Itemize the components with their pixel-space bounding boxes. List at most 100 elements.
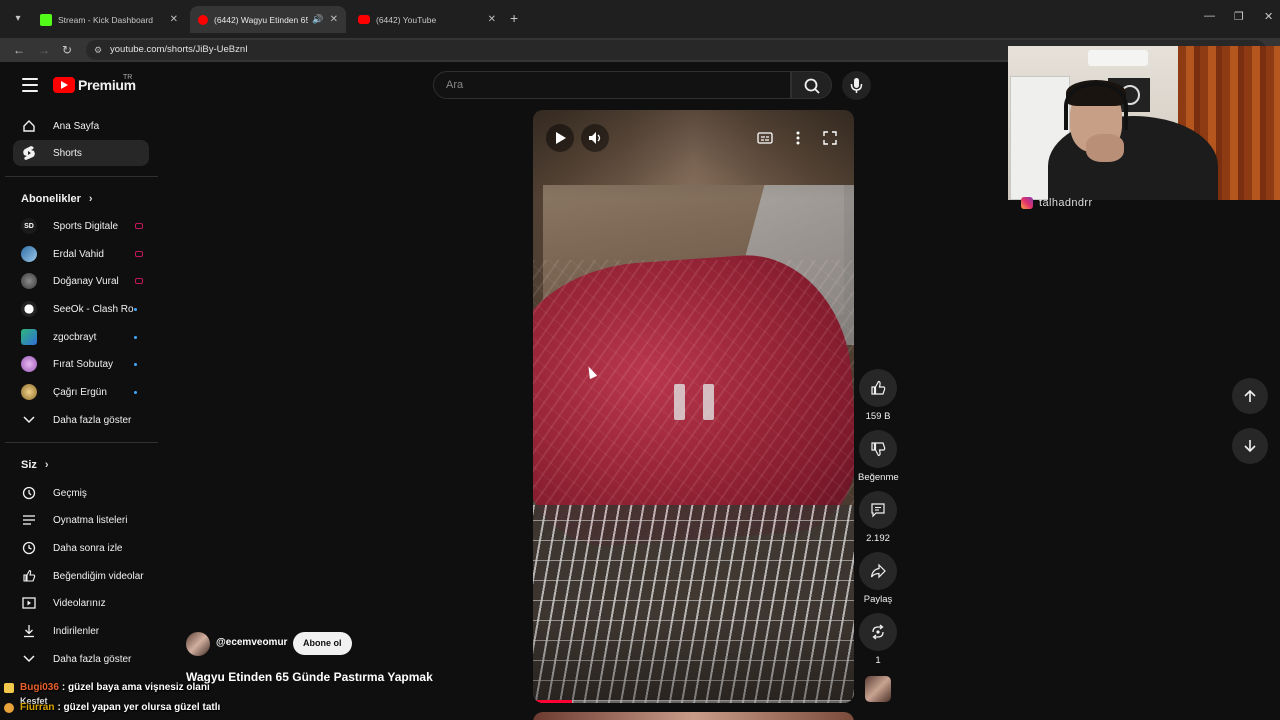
captions-button[interactable] [751,124,779,152]
show-more-you[interactable]: Daha fazla göster [13,646,149,672]
playlist-icon [21,512,37,528]
tab-wagyu-short[interactable]: (6442) Wagyu Etinden 65 G 🔊 ✕ [190,6,346,33]
sidebar-item-zgocbrayt[interactable]: zgocbrayt [13,324,149,350]
short-title[interactable]: Wagyu Etinden 65 Günde Pastırma Yapmak [186,670,433,684]
home-icon [21,118,37,134]
new-content-dot [134,390,137,394]
sidebar-item-sports-digitale[interactable]: SD Sports Digitale [13,213,149,239]
chat-message: Bugi036 : güzel baya ama vişnesiz olanı [4,682,210,693]
sidebar-item-shorts[interactable]: Shorts [13,140,149,166]
next-short-preview[interactable] [533,712,854,720]
kick-favicon-icon [40,13,52,26]
fullscreen-button[interactable] [816,124,844,152]
sidebar-item-downloads[interactable]: İndirilenler [13,618,149,644]
sidebar-item-watch-later[interactable]: Daha sonra izle [13,535,149,561]
youtube-favicon-icon [198,14,208,25]
comments-button[interactable] [859,491,897,529]
chat-message: Fiurran : güzel yapan yer olursa güzel t… [4,702,220,713]
shorts-video-player[interactable] [533,110,854,703]
tab-youtube[interactable]: (6442) YouTube ✕ [350,6,504,33]
captions-icon [757,132,773,144]
video-progress-bar[interactable] [533,700,854,703]
dislike-action[interactable]: Beğenme [858,430,899,483]
new-tab-button[interactable]: + [510,11,518,25]
sidebar-item-label: Beğendiğim videolar [53,570,144,582]
avatar[interactable] [186,632,210,656]
remix-action[interactable]: 1 [858,613,898,666]
remix-button[interactable] [859,613,897,651]
arrow-down-icon [1244,440,1256,453]
site-info-icon[interactable]: ⚙ [92,44,104,56]
close-tab-icon[interactable]: ✕ [170,14,178,25]
new-content-dot [134,307,137,311]
sidebar-item-label: Geçmiş [53,487,87,499]
sidebar-item-erdal-vahid[interactable]: Erdal Vahid [13,241,149,267]
comment-count: 2.192 [866,533,890,544]
sidebar-item-label: SeeOk - Clash Ro... [53,303,134,315]
search-button[interactable] [791,71,832,99]
share-action[interactable]: Paylaş [858,552,898,605]
like-button[interactable] [859,369,897,407]
url-text: youtube.com/shorts/JiBy-UeBznI [110,44,248,55]
next-short-button[interactable] [1232,428,1268,464]
remix-count: 1 [875,655,881,666]
video-progress-fill [533,700,572,703]
avatar [21,329,37,345]
show-more-subscriptions[interactable]: Daha fazla göster [13,407,149,433]
like-action[interactable]: 159 B [858,369,898,422]
close-tab-icon[interactable]: ✕ [330,14,338,25]
voice-search-button[interactable] [842,71,871,100]
forward-icon[interactable]: → [35,41,53,59]
youtube-favicon-icon [358,15,370,24]
sidebar-item-firat-sobutay[interactable]: Fırat Sobutay [13,351,149,377]
chevron-down-icon [21,412,37,428]
sidebar-item-seeok[interactable]: SeeOk - Clash Ro... [13,296,149,322]
previous-short-button[interactable] [1232,378,1268,414]
restore-icon[interactable]: ❐ [1234,10,1244,23]
minimize-icon[interactable]: — [1204,10,1215,22]
reload-icon[interactable]: ↻ [58,41,76,59]
instagram-handle-text: talhadndrr [1039,197,1093,209]
search-input[interactable]: Ara [433,71,791,99]
chat-text: : güzel yapan yer olursa güzel tatlı [57,702,221,713]
avatar [21,246,37,262]
volume-button[interactable] [581,124,609,152]
headset-icon [1064,82,1128,130]
remix-icon [872,624,884,640]
more-options-button[interactable] [784,124,812,152]
sidebar-item-label: Shorts [53,147,82,159]
youtube-premium-logo[interactable]: Premium TR [53,74,136,93]
play-button[interactable] [546,124,574,152]
close-tab-icon[interactable]: ✕ [488,14,496,25]
sidebar-item-doganay-vural[interactable]: Doğanay Vural [13,268,149,294]
like-count: 159 B [865,411,891,422]
tab-search-button[interactable]: ▾ [8,9,28,29]
sidebar-item-history[interactable]: Geçmiş [13,480,149,506]
subscriptions-heading[interactable]: Abonelikler › [21,193,93,205]
channel-thumbnail[interactable] [865,676,891,702]
sidebar-divider [5,176,158,177]
speaker-icon[interactable]: 🔊 [312,14,323,25]
sidebar-item-liked-videos[interactable]: Beğendiğim videolar [13,563,149,589]
thumbs-up-icon [871,380,886,395]
dislike-button[interactable] [859,430,897,468]
tab-kick-dashboard[interactable]: Stream - Kick Dashboard ✕ [32,6,186,33]
sidebar-item-playlists[interactable]: Oynatma listeleri [13,507,149,533]
sidebar-item-your-videos[interactable]: Videolarınız [13,590,149,616]
share-button[interactable] [859,552,897,590]
sidebar-item-cagri-ergun[interactable]: Çağrı Ergün [13,379,149,405]
subscribe-button[interactable]: Abone ol [293,632,352,655]
pause-overlay-icon[interactable] [674,384,714,428]
close-window-icon[interactable]: ✕ [1264,10,1273,23]
logo-region: TR [123,74,133,81]
you-heading[interactable]: Siz › [21,459,49,471]
sidebar-item-home[interactable]: Ana Sayfa [13,113,149,139]
back-icon[interactable]: ← [10,41,28,59]
chat-username: Bugi036 [20,682,59,693]
shorts-icon [21,145,37,161]
sidebar-item-label: Erdal Vahid [53,248,104,260]
comments-action[interactable]: 2.192 [858,491,898,544]
fullscreen-icon [823,131,837,145]
channel-handle[interactable]: @ecemveomur [216,637,287,648]
menu-icon[interactable] [22,78,38,92]
